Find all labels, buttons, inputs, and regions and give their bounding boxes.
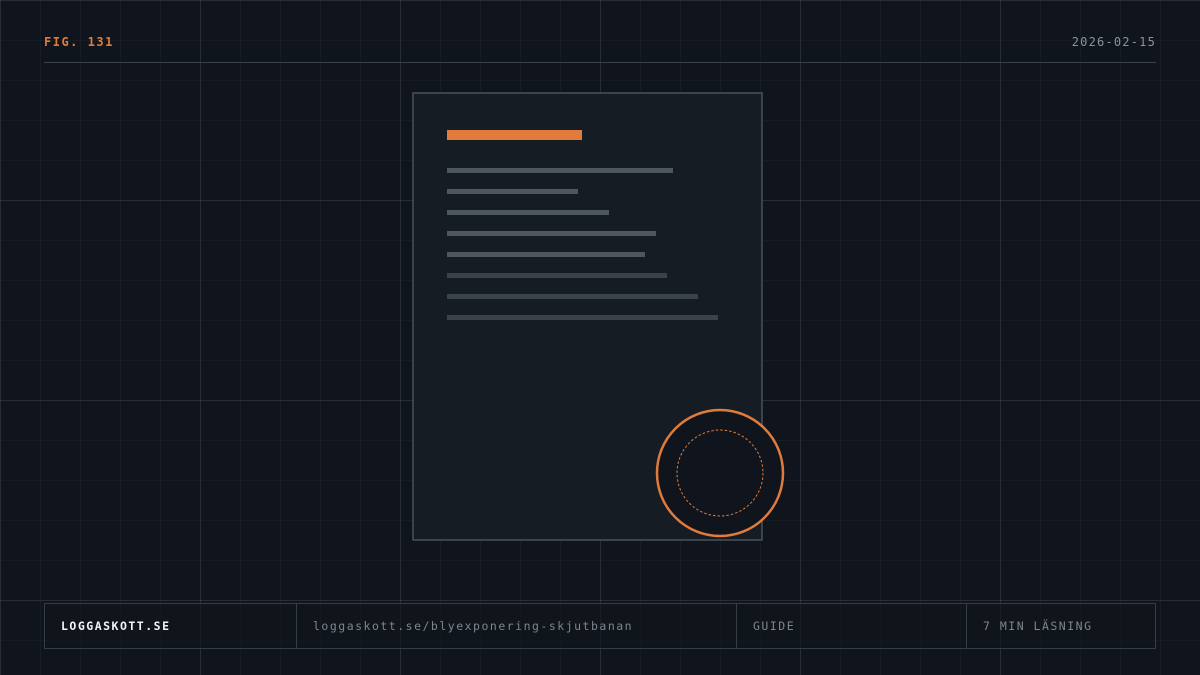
text-line (447, 252, 645, 257)
text-line (447, 315, 718, 320)
text-line (447, 294, 698, 299)
footer-bar: LOGGASKOTT.SE loggaskott.se/blyexponerin… (44, 603, 1156, 649)
seal-stamp-icon (655, 408, 785, 538)
text-line (447, 189, 578, 194)
article-url[interactable]: loggaskott.se/blyexponering-skjutbanan (296, 604, 736, 648)
document-title-bar (447, 130, 582, 140)
text-line (447, 168, 673, 173)
stamp-outer-ring (655, 408, 785, 538)
text-line (447, 231, 656, 236)
site-brand[interactable]: LOGGASKOTT.SE (45, 604, 296, 648)
text-line (447, 210, 609, 215)
document-illustration (412, 92, 785, 541)
text-line (447, 273, 667, 278)
content-type: GUIDE (736, 604, 966, 648)
reading-time: 7 MIN LÄSNING (966, 604, 1155, 648)
